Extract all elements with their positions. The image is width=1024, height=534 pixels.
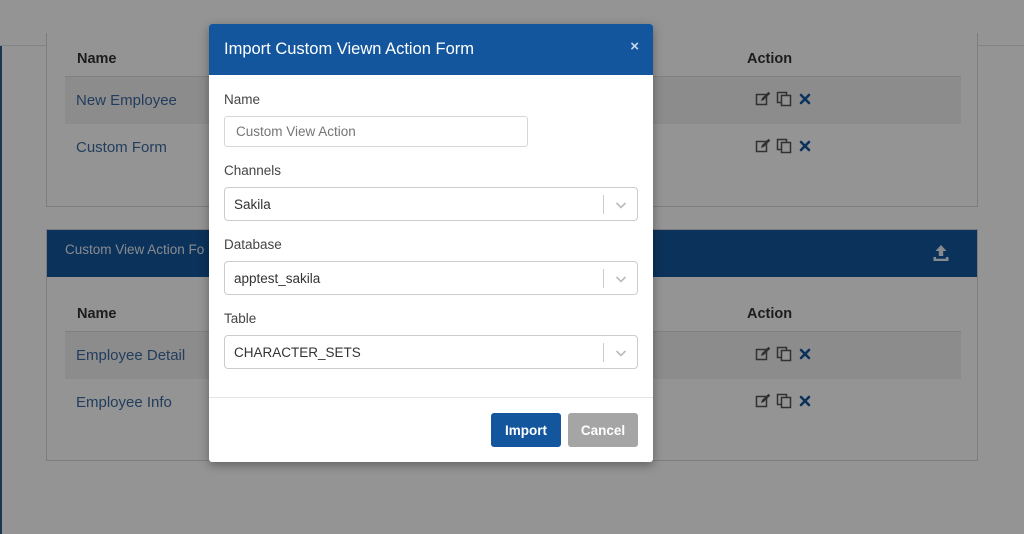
channels-selected-value: Sakila [234,197,271,212]
modal-header: Import Custom Viewn Action Form × [209,24,653,75]
import-modal: Import Custom Viewn Action Form × Name C… [209,24,653,462]
select-separator [603,343,604,362]
table-selected-value: CHARACTER_SETS [234,345,361,360]
select-separator [603,269,604,288]
close-icon[interactable]: × [630,38,639,56]
database-selected-value: apptest_sakila [234,271,321,286]
footer-divider [209,397,653,398]
name-label: Name [224,92,261,107]
name-input[interactable] [224,116,528,147]
database-select[interactable]: apptest_sakila [224,261,638,295]
chevron-down-icon [615,276,627,283]
modal-title: Import Custom Viewn Action Form [224,40,475,58]
chevron-down-icon [615,350,627,357]
channels-select[interactable]: Sakila [224,187,638,221]
table-select[interactable]: CHARACTER_SETS [224,335,638,369]
channels-label: Channels [224,163,282,178]
table-label: Table [224,311,257,326]
select-separator [603,195,604,214]
database-label: Database [224,237,282,252]
chevron-down-icon [615,202,627,209]
import-button[interactable]: Import [491,413,561,447]
cancel-button[interactable]: Cancel [568,413,638,447]
